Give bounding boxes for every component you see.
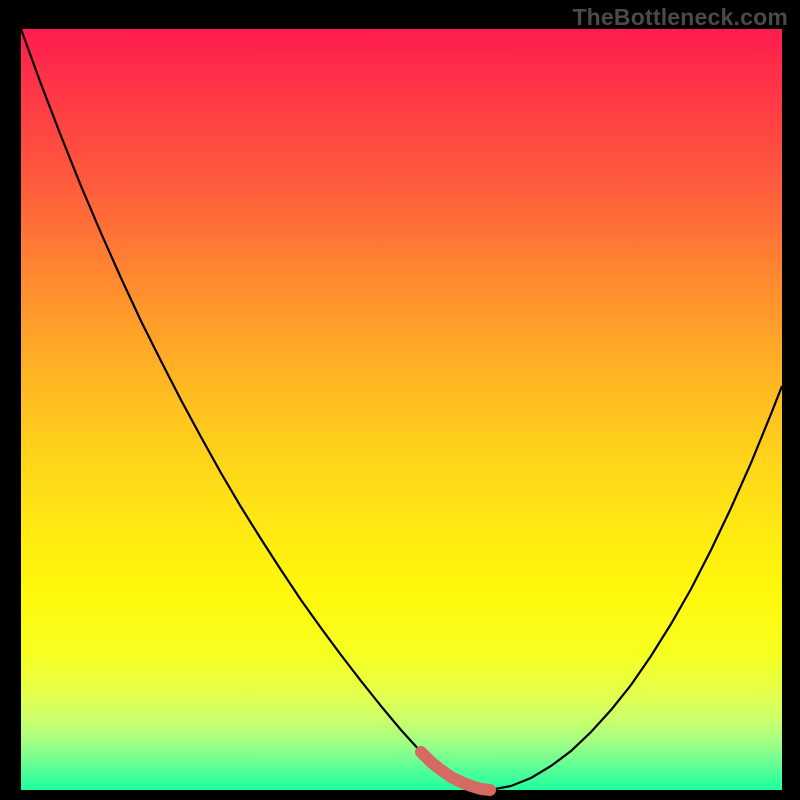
- optimal-band-path: [421, 752, 490, 790]
- bottleneck-curve-path: [21, 29, 782, 790]
- curve-svg: [21, 29, 782, 790]
- plot-area: [21, 29, 782, 790]
- watermark-text: TheBottleneck.com: [572, 4, 788, 31]
- chart-frame: TheBottleneck.com: [0, 0, 800, 800]
